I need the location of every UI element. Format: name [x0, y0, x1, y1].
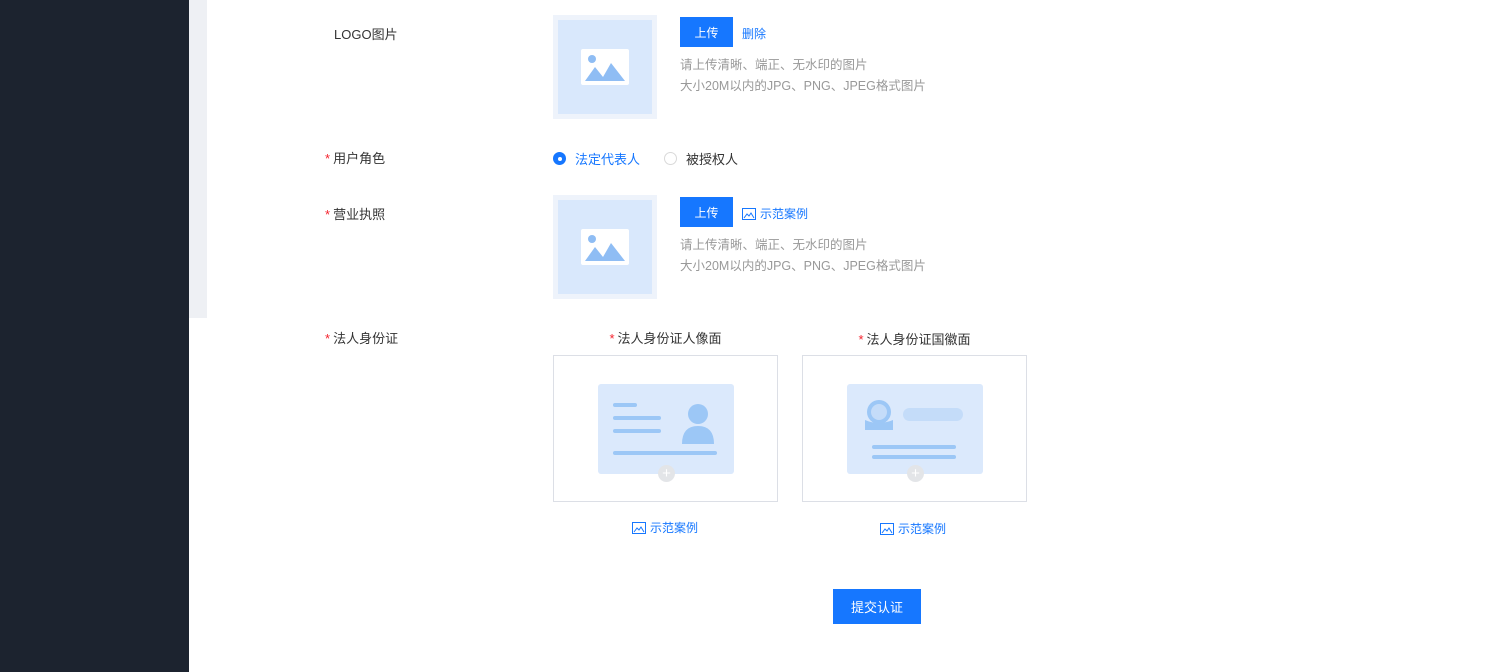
id-back-title-text: 法人身份证国徽面 — [866, 332, 971, 347]
required-mark: * — [325, 331, 331, 346]
role-radio-legal-rep[interactable]: 法定代表人 — [553, 149, 640, 168]
license-example-text: 示范案例 — [760, 207, 809, 221]
license-label: * 营业执照 — [325, 204, 385, 223]
logo-upload-button[interactable]: 上传 — [680, 17, 733, 47]
example-image-icon — [632, 521, 646, 534]
radio-checked-icon — [553, 152, 566, 165]
logo-hint-line1: 请上传清晰、端正、无水印的图片 — [680, 58, 868, 72]
license-label-text: 营业执照 — [333, 207, 386, 222]
submit-button[interactable]: 提交认证 — [833, 589, 921, 624]
content-gutter — [189, 0, 207, 318]
role-label: * 用户角色 — [325, 148, 385, 167]
id-front-title: * 法人身份证人像面 — [553, 328, 778, 347]
required-mark: * — [858, 332, 864, 347]
id-back-upload-box[interactable]: + — [802, 355, 1027, 502]
required-mark: * — [325, 207, 331, 222]
logo-delete-text: 删除 — [742, 27, 767, 41]
license-hint-line1: 请上传清晰、端正、无水印的图片 — [680, 238, 868, 252]
example-image-icon — [880, 522, 894, 535]
role-option-label: 法定代表人 — [575, 152, 641, 167]
id-front-example-text: 示范案例 — [650, 521, 699, 535]
logo-thumbnail[interactable] — [553, 15, 657, 119]
logo-hint: 请上传清晰、端正、无水印的图片 大小20M以内的JPG、PNG、JPEG格式图片 — [680, 55, 926, 97]
image-placeholder-icon — [581, 229, 629, 265]
logo-label: LOGO图片 — [334, 24, 398, 43]
sidebar — [0, 0, 189, 672]
license-hint: 请上传清晰、端正、无水印的图片 大小20M以内的JPG、PNG、JPEG格式图片 — [680, 235, 926, 277]
logo-hint-line2: 大小20M以内的JPG、PNG、JPEG格式图片 — [680, 79, 926, 93]
radio-unchecked-icon — [664, 152, 677, 165]
required-mark: * — [609, 331, 615, 346]
role-radio-authorized[interactable]: 被授权人 — [664, 149, 738, 168]
plus-icon: + — [658, 465, 675, 482]
role-label-text: 用户角色 — [333, 151, 386, 166]
id-front-upload-box[interactable]: + — [553, 355, 778, 502]
license-hint-line2: 大小20M以内的JPG、PNG、JPEG格式图片 — [680, 259, 926, 273]
license-thumbnail[interactable] — [553, 195, 657, 299]
id-front-title-text: 法人身份证人像面 — [617, 331, 722, 346]
id-front-example-link[interactable]: 示范案例 — [632, 519, 698, 536]
image-placeholder-icon — [581, 49, 629, 85]
id-card-label-text: 法人身份证 — [333, 331, 399, 346]
logo-delete-link[interactable]: 删除 — [742, 25, 766, 42]
required-mark: * — [325, 151, 331, 166]
role-option-label: 被授权人 — [686, 152, 739, 167]
id-back-example-link[interactable]: 示范案例 — [880, 520, 946, 537]
id-emblem-icon — [847, 384, 983, 474]
logo-label-text: LOGO图片 — [334, 27, 398, 42]
id-card-label: * 法人身份证 — [325, 328, 398, 347]
license-upload-button[interactable]: 上传 — [680, 197, 733, 227]
id-portrait-icon — [598, 384, 734, 474]
id-back-title: * 法人身份证国徽面 — [802, 329, 1027, 348]
example-image-icon — [742, 207, 756, 220]
id-back-example-text: 示范案例 — [898, 522, 947, 536]
license-example-link[interactable]: 示范案例 — [742, 205, 808, 222]
plus-icon: + — [907, 465, 924, 482]
